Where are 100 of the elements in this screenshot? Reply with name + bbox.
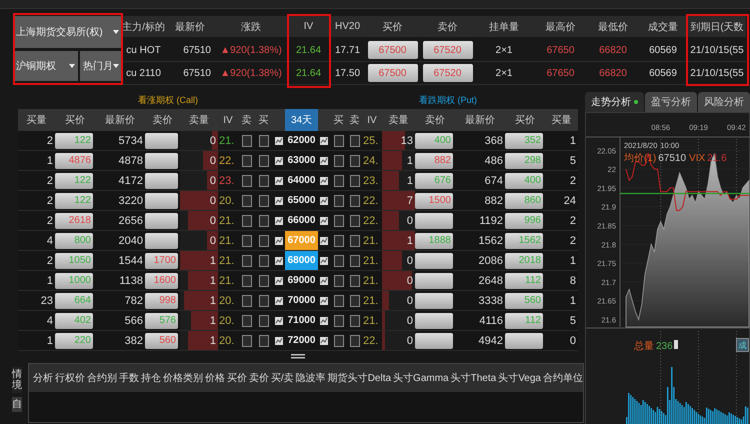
checkbox[interactable] (334, 214, 344, 226)
checkbox[interactable] (242, 314, 252, 326)
checkbox[interactable] (242, 294, 252, 306)
checkbox[interactable] (258, 134, 268, 146)
price-button[interactable]: 2018 (505, 252, 543, 268)
checkbox[interactable] (334, 154, 344, 166)
checkbox[interactable] (258, 314, 268, 326)
checkbox[interactable] (258, 194, 268, 206)
price-button[interactable]: 560 (145, 332, 178, 348)
chart-icon[interactable] (320, 236, 328, 244)
checkbox[interactable] (334, 334, 344, 346)
chart-icon[interactable] (274, 216, 282, 224)
checkbox[interactable] (258, 214, 268, 226)
price-button[interactable]: 1500 (415, 192, 453, 208)
price-button[interactable] (145, 132, 178, 148)
chart-icon[interactable] (320, 256, 328, 264)
price-button[interactable] (415, 252, 453, 268)
checkbox[interactable] (242, 274, 252, 286)
price-button[interactable]: 2618 (55, 212, 93, 228)
chart-icon[interactable] (274, 316, 282, 324)
checkbox[interactable] (242, 134, 252, 146)
price-button[interactable]: 882 (415, 152, 453, 168)
price-button[interactable]: 352 (505, 132, 543, 148)
price-button[interactable]: 4876 (55, 152, 93, 168)
checkbox[interactable] (350, 134, 360, 146)
strike-cell[interactable]: 72000 (285, 331, 318, 350)
price-button[interactable] (145, 212, 178, 228)
price-button[interactable]: 1888 (415, 232, 453, 248)
checkbox[interactable] (334, 174, 344, 186)
tab[interactable]: 盈亏分析 (645, 92, 697, 112)
price-button[interactable]: 67520 (422, 64, 472, 82)
price-button[interactable]: 1600 (145, 272, 178, 288)
price-button[interactable] (505, 332, 543, 348)
price-button[interactable]: 122 (55, 192, 93, 208)
checkbox[interactable] (334, 134, 344, 146)
checkbox[interactable] (350, 174, 360, 186)
strike-cell[interactable]: 70000 (285, 291, 318, 310)
checkbox[interactable] (350, 274, 360, 286)
price-button[interactable]: 67520 (422, 41, 472, 59)
checkbox[interactable] (334, 274, 344, 286)
price-button[interactable]: 1000 (55, 272, 93, 288)
price-button[interactable]: 400 (505, 172, 543, 188)
checkbox[interactable] (258, 334, 268, 346)
price-button[interactable]: 664 (55, 292, 93, 308)
price-button[interactable]: 67500 (368, 41, 418, 59)
price-button[interactable]: 1700 (145, 252, 178, 268)
price-button[interactable]: 67500 (368, 64, 418, 82)
strike-cell[interactable]: 65000 (285, 191, 318, 210)
checkbox[interactable] (334, 194, 344, 206)
chart-icon[interactable] (320, 156, 328, 164)
price-button[interactable]: 400 (415, 132, 453, 148)
chart-icon[interactable] (274, 196, 282, 204)
strike-cell[interactable]: 67000 (285, 231, 318, 250)
checkbox[interactable] (258, 274, 268, 286)
chart-icon[interactable] (320, 176, 328, 184)
checkbox[interactable] (258, 234, 268, 246)
strike-cell[interactable]: 68000 (285, 251, 318, 270)
checkbox[interactable] (350, 234, 360, 246)
chart-icon[interactable] (320, 316, 328, 324)
checkbox[interactable] (242, 254, 252, 266)
price-button[interactable]: 1050 (55, 252, 93, 268)
price-button[interactable]: 298 (505, 152, 543, 168)
chart-icon[interactable] (320, 216, 328, 224)
checkbox[interactable] (258, 174, 268, 186)
price-button[interactable]: 220 (55, 332, 93, 348)
price-button[interactable]: 122 (55, 172, 93, 188)
strike-cell[interactable]: 62000 (285, 131, 318, 150)
chart-icon[interactable] (274, 136, 282, 144)
checkbox[interactable] (350, 294, 360, 306)
price-button[interactable] (415, 312, 453, 328)
price-button[interactable] (415, 272, 453, 288)
price-button[interactable] (145, 152, 178, 168)
price-button[interactable]: 998 (145, 292, 178, 308)
strike-cell[interactable]: 63000 (285, 151, 318, 170)
price-button[interactable]: 1562 (505, 232, 543, 248)
price-button[interactable]: 996 (505, 212, 543, 228)
tab[interactable]: 走势分析 (585, 92, 644, 112)
checkbox[interactable] (334, 254, 344, 266)
strike-cell[interactable]: 64000 (285, 171, 318, 190)
chart-icon[interactable] (320, 276, 328, 284)
product-dropdown[interactable]: 沪铜期权 (13, 51, 78, 81)
chart-icon[interactable] (274, 296, 282, 304)
strike-cell[interactable]: 66000 (285, 211, 318, 230)
checkbox[interactable] (242, 194, 252, 206)
checkbox[interactable] (350, 154, 360, 166)
checkbox[interactable] (258, 254, 268, 266)
chart-icon[interactable] (274, 176, 282, 184)
checkbox[interactable] (350, 334, 360, 346)
tab[interactable]: 风险分析 (698, 92, 750, 112)
volume-button[interactable]: 成 (736, 338, 749, 352)
price-button[interactable]: 860 (505, 192, 543, 208)
checkbox[interactable] (258, 294, 268, 306)
price-button[interactable] (415, 212, 453, 228)
checkbox[interactable] (350, 254, 360, 266)
chart-icon[interactable] (320, 136, 328, 144)
checkbox[interactable] (242, 214, 252, 226)
price-button[interactable]: 402 (55, 312, 93, 328)
price-button[interactable] (145, 172, 178, 188)
checkbox[interactable] (350, 194, 360, 206)
checkbox[interactable] (350, 314, 360, 326)
